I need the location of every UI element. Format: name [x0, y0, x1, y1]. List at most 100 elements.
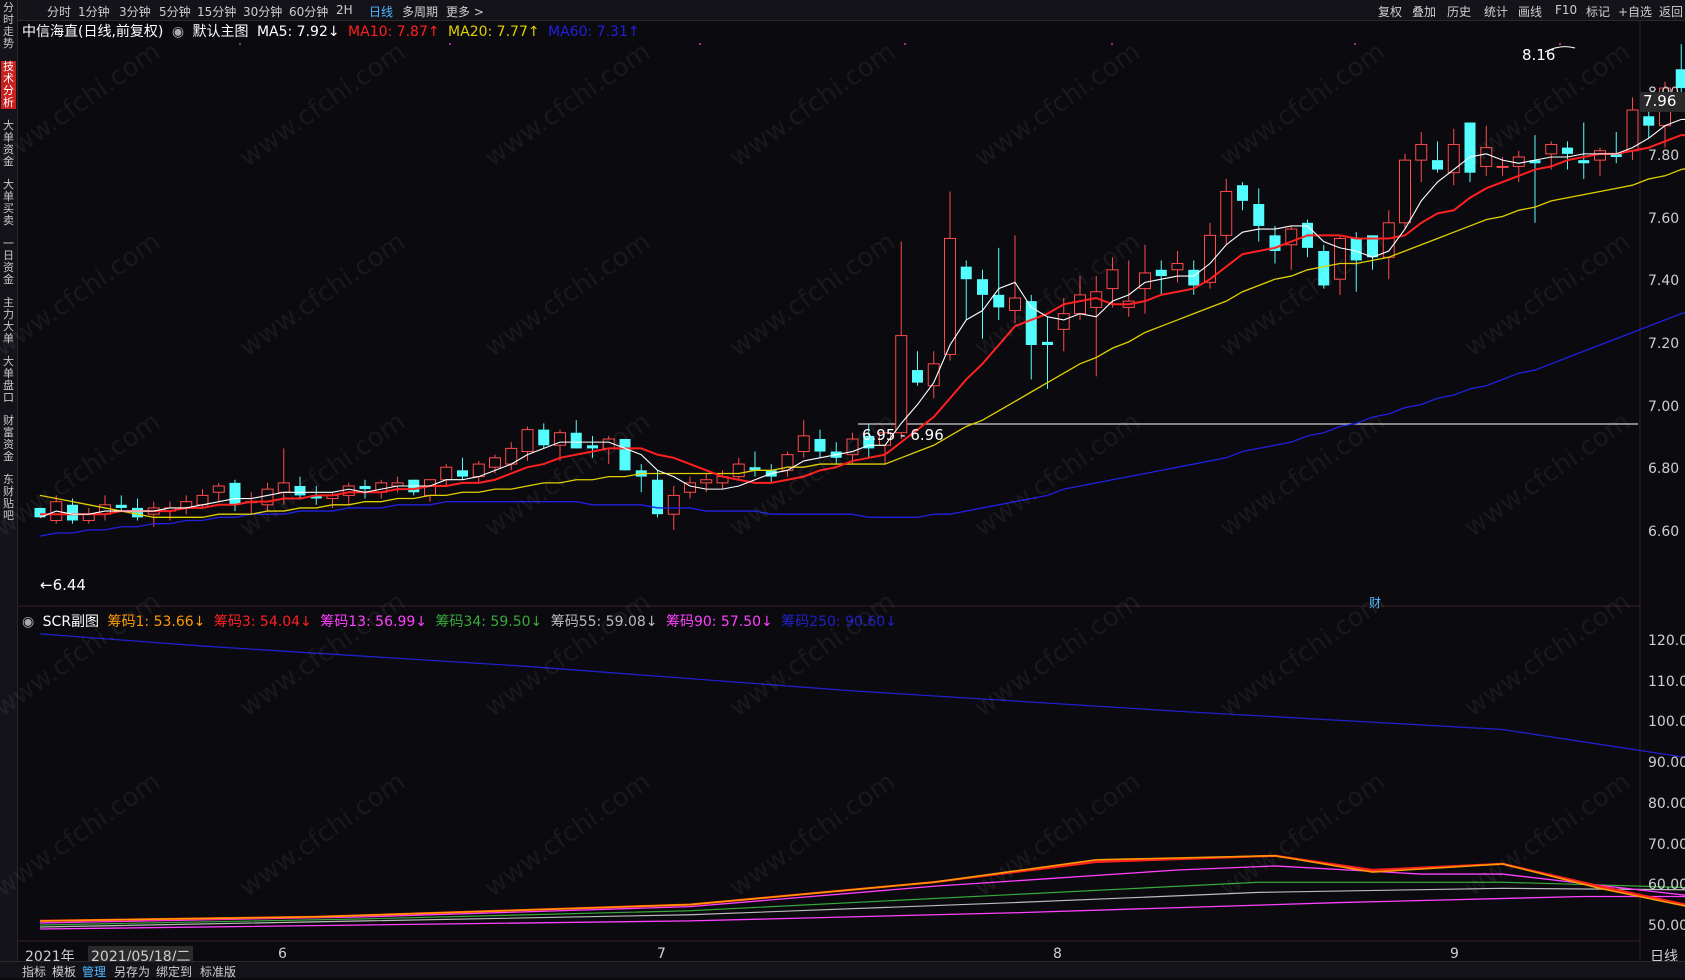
price-tick-7: 6.60 [1648, 524, 1680, 540]
candle-body-6 [132, 507, 143, 518]
candle-body-71 [1188, 269, 1200, 286]
ma5-line [39, 118, 1685, 518]
candle-body-79 [1318, 251, 1330, 286]
candle-body-16 [294, 486, 306, 496]
sub-line-c55 [39, 887, 1685, 928]
candle-body-43 [732, 463, 745, 478]
candle-body-10 [196, 494, 209, 506]
candle-body-70 [1171, 263, 1184, 271]
kline-chart[interactable] [0, 0, 1685, 977]
sub-tick-2: 100.00 [1648, 714, 1685, 731]
candle-body-59 [993, 294, 1005, 308]
ma10-line [40, 134, 1685, 516]
candle-body-73 [1220, 190, 1233, 236]
sub-tick-5: 70.00 [1648, 836, 1685, 853]
event-dot-4 [1111, 43, 1113, 45]
event-dot-5 [1354, 43, 1356, 45]
candle-body-89 [1480, 147, 1493, 167]
candle-body-26 [457, 470, 468, 477]
bottom-item-0[interactable]: 指标 [22, 963, 46, 980]
candle-body-48 [814, 439, 826, 452]
event-dot-0 [239, 43, 241, 45]
bottom-item-5[interactable]: 标准版 [200, 963, 236, 980]
candle-body-2 [67, 504, 78, 521]
finance-marker[interactable]: 财 [1369, 594, 1381, 611]
candle-body-47 [797, 435, 810, 453]
candle-body-86 [1432, 160, 1443, 170]
sub-line-c1 [39, 854, 1685, 922]
candle-body-20 [359, 486, 371, 490]
candle-body-66 [1106, 269, 1119, 290]
candle-body-85 [1415, 143, 1428, 161]
candle-body-75 [1253, 204, 1265, 226]
candle-body-56 [944, 237, 956, 355]
ma60-line [39, 312, 1685, 537]
candle-body-98 [1626, 109, 1639, 152]
candle-body-39 [667, 494, 680, 515]
candle-body-57 [960, 266, 972, 280]
sub-tick-4: 80.00 [1648, 795, 1685, 812]
price-tick-5: 7.00 [1648, 398, 1680, 415]
sub-tick-6: 60.00 [1648, 877, 1685, 894]
candle-body-68 [1139, 272, 1151, 290]
candle-body-91 [1512, 156, 1525, 167]
candle-body-62 [1042, 341, 1053, 345]
bottom-item-4[interactable]: 绑定到 [156, 963, 192, 980]
high-annotation: 8.16 [1522, 46, 1556, 64]
sub-tick-7: 50.00 [1648, 918, 1685, 934]
candle-body-31 [538, 429, 550, 446]
candle-body-63 [1057, 313, 1070, 330]
current-price-flag: 7.96 [1640, 92, 1685, 112]
candle-body-54 [912, 370, 923, 383]
candle-body-15 [277, 482, 290, 493]
candle-body-58 [977, 279, 988, 295]
candle-body-90 [1496, 165, 1509, 168]
x-month-6: 6 [278, 946, 287, 962]
candle-body-60 [1009, 297, 1021, 312]
bottom-toolbar: 指标 模板 管理 另存为 绑定到 标准版 [0, 961, 1685, 980]
event-dot-6 [1559, 43, 1561, 45]
candle-body-93 [1545, 143, 1558, 155]
candle-body-5 [115, 504, 127, 508]
x-month-9: 9 [1450, 946, 1459, 962]
candle-body-34 [587, 445, 598, 449]
event-dot-3 [904, 43, 906, 45]
bottom-item-2[interactable]: 管理 [82, 963, 106, 980]
sub-line-c13 [39, 865, 1685, 924]
candle-body-12 [229, 482, 241, 505]
candle-body-88 [1464, 122, 1476, 173]
candle-body-11 [212, 485, 225, 493]
low-annotation: ←6.44 [40, 576, 86, 594]
sub-line-c90 [39, 895, 1685, 930]
candle-body-87 [1447, 143, 1460, 174]
candle-body-36 [619, 439, 631, 471]
candle-body-38 [652, 479, 663, 515]
x-month-8: 8 [1053, 946, 1062, 962]
ma20-line [39, 168, 1685, 518]
event-dot-2 [699, 43, 701, 45]
sub-tick-0: 120.00 [1648, 633, 1685, 649]
candle-body-41 [700, 479, 713, 484]
price-tick-2: 7.60 [1648, 210, 1680, 227]
candle-body-94 [1562, 147, 1573, 154]
candle-body-80 [1334, 237, 1346, 280]
price-tick-3: 7.40 [1648, 273, 1680, 290]
bottom-item-1[interactable]: 模板 [52, 963, 76, 980]
x-month-7: 7 [657, 946, 666, 962]
event-dot-1 [449, 43, 451, 45]
candle-body-95 [1578, 160, 1590, 164]
candle-body-33 [570, 432, 582, 449]
sub-tick-3: 90.00 [1648, 755, 1685, 772]
candle-body-64 [1074, 294, 1086, 315]
sub-line-c250 [39, 633, 1685, 758]
price-tick-4: 7.20 [1648, 336, 1680, 352]
candle-body-30 [521, 429, 534, 453]
candle-body-28 [489, 457, 501, 468]
candle-body-81 [1350, 238, 1362, 261]
candle-body-69 [1155, 269, 1167, 277]
candle-body-84 [1399, 159, 1411, 224]
candle-body-25 [440, 466, 453, 481]
candle-body-74 [1237, 185, 1248, 201]
bottom-item-3[interactable]: 另存为 [114, 963, 150, 980]
range-label: 6.95 - 6.96 [862, 426, 944, 444]
